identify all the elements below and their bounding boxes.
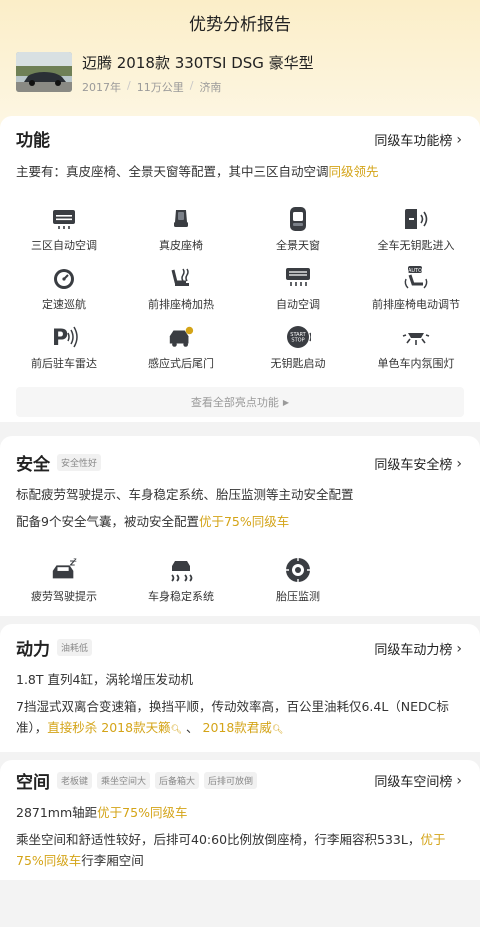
keyless-entry-icon	[402, 206, 430, 232]
car-mileage: 11万公里	[136, 81, 184, 94]
space-tag: 后备箱大	[155, 772, 200, 789]
feature-label: 疲劳驾驶提示	[31, 590, 97, 603]
space-tag: 老板键	[57, 772, 93, 789]
chevron-right-icon: ›	[456, 131, 462, 148]
stability-control-icon	[167, 557, 195, 583]
page-title: 优势分析报告	[189, 14, 291, 35]
feature-item[interactable]: 全景天窗	[238, 206, 358, 253]
power-desc: 7挡湿式双离合变速箱，换挡平顺，传动效率高，百公里油耗仅6.4L（NEDC标准）…	[16, 699, 449, 735]
feature-item[interactable]: 真皮座椅	[121, 206, 241, 253]
feature-label: 三区自动空调	[31, 239, 97, 252]
feature-item[interactable]: 感应式后尾门	[121, 324, 241, 371]
feature-item[interactable]: P 前后驻车雷达	[4, 324, 124, 371]
feature-label: 定速巡航	[42, 298, 86, 311]
feature-item[interactable]: 胎压监测	[238, 557, 358, 604]
parking-radar-icon: P	[50, 324, 78, 350]
power-title: 动力	[16, 640, 50, 660]
car-thumbnail	[16, 52, 72, 92]
space-title: 空间	[16, 773, 50, 793]
leather-seat-icon	[167, 206, 195, 232]
space-wheelbase: 2871mm轴距优于75%同级车	[16, 805, 188, 820]
feature-label: 胎压监测	[276, 590, 320, 603]
space-desc: 乘坐空间和舒适性较好，后排可40:60比例放倒座椅，行李厢容积533L，优于75…	[16, 832, 446, 868]
safety-rank-link[interactable]: 同级车安全榜 ›	[374, 454, 462, 474]
safety-passive: 配备9个安全气囊，被动安全配置优于75%同级车	[16, 514, 290, 529]
compare-car-link-2[interactable]: 2018款君威🔍︎	[203, 720, 284, 735]
feature-item[interactable]: 自动空调	[238, 265, 358, 312]
seat-heating-icon	[167, 265, 195, 291]
feature-item[interactable]: Zz 疲劳驾驶提示	[4, 557, 124, 604]
power-engine: 1.8T 直列4缸，涡轮增压发动机	[16, 672, 193, 687]
feature-item[interactable]: 三区自动空调	[4, 206, 124, 253]
car-title: 迈腾 2018款 330TSI DSG 豪华型	[82, 54, 314, 72]
ambient-light-icon	[402, 324, 430, 350]
function-summary: 主要有：真皮座椅、全景天窗等配置，其中三区自动空调同级领先	[16, 164, 379, 179]
smart-tailgate-icon	[167, 324, 195, 350]
feature-item[interactable]: 定速巡航	[4, 265, 124, 312]
car-year: 2017年	[82, 81, 121, 94]
feature-label: 全景天窗	[276, 239, 320, 252]
compare-car-link-1[interactable]: 2018款天籁🔍︎	[101, 720, 182, 735]
feature-label: 全车无钥匙进入	[377, 239, 455, 252]
car-info: 迈腾 2018款 330TSI DSG 豪华型 2017年 / 11万公里 / …	[16, 52, 314, 95]
svg-text:P: P	[52, 326, 68, 350]
chevron-right-icon: ›	[456, 455, 462, 472]
fatigue-alert-icon: Zz	[50, 557, 78, 583]
space-tag: 后排可放倒	[204, 772, 258, 789]
feature-label: 无钥匙启动	[270, 357, 326, 370]
feature-label: 单色车内氛围灯	[377, 357, 455, 370]
view-all-features-button[interactable]: 查看全部亮点功能 ▶	[16, 387, 464, 417]
function-title: 功能	[16, 131, 50, 151]
feature-label: 前后驻车雷达	[31, 357, 97, 370]
space-tag: 乘坐空间大	[97, 772, 151, 789]
power-seat-icon: AUTO	[402, 265, 430, 291]
feature-label: 车身稳定系统	[148, 590, 214, 603]
feature-label: 感应式后尾门	[148, 357, 214, 370]
feature-item[interactable]: 全车无钥匙进入	[356, 206, 476, 253]
panoramic-sunroof-icon	[284, 206, 312, 232]
power-tag: 油耗低	[57, 639, 93, 656]
safety-active: 标配疲劳驾驶提示、车身稳定系统、胎压监测等主动安全配置	[16, 487, 354, 502]
feature-item[interactable]: 车身稳定系统	[121, 557, 241, 604]
auto-ac-icon	[284, 265, 312, 291]
feature-label: 前排座椅加热	[148, 298, 214, 311]
feature-item[interactable]: AUTO 前排座椅电动调节	[356, 265, 476, 312]
search-icon: 🔍︎	[271, 725, 284, 735]
safety-tag: 安全性好	[57, 454, 102, 471]
function-rank-link[interactable]: 同级车功能榜 ›	[374, 130, 462, 150]
feature-label: 真皮座椅	[159, 239, 203, 252]
keyless-start-icon: START STOP	[284, 324, 312, 350]
svg-text:z: z	[73, 558, 76, 564]
feature-label: 前排座椅电动调节	[372, 298, 460, 311]
svg-text:AUTO: AUTO	[408, 268, 422, 274]
feature-item[interactable]: 前排座椅加热	[121, 265, 241, 312]
safety-title: 安全	[16, 455, 50, 475]
triangle-right-icon: ▶	[282, 397, 290, 407]
feature-label: 自动空调	[276, 298, 320, 311]
space-rank-link[interactable]: 同级车空间榜 ›	[374, 771, 462, 791]
feature-item[interactable]: START STOP 无钥匙启动	[238, 324, 358, 371]
search-icon: 🔍︎	[170, 725, 183, 735]
power-rank-link[interactable]: 同级车动力榜 ›	[374, 639, 462, 659]
ac-vent-icon	[50, 206, 78, 232]
svg-text:STOP: STOP	[291, 338, 304, 344]
cruise-control-icon	[50, 265, 78, 291]
car-city: 济南	[199, 81, 222, 94]
tire-pressure-icon	[284, 557, 312, 583]
chevron-right-icon: ›	[456, 772, 462, 789]
chevron-right-icon: ›	[456, 640, 462, 657]
feature-item[interactable]: 单色车内氛围灯	[356, 324, 476, 371]
